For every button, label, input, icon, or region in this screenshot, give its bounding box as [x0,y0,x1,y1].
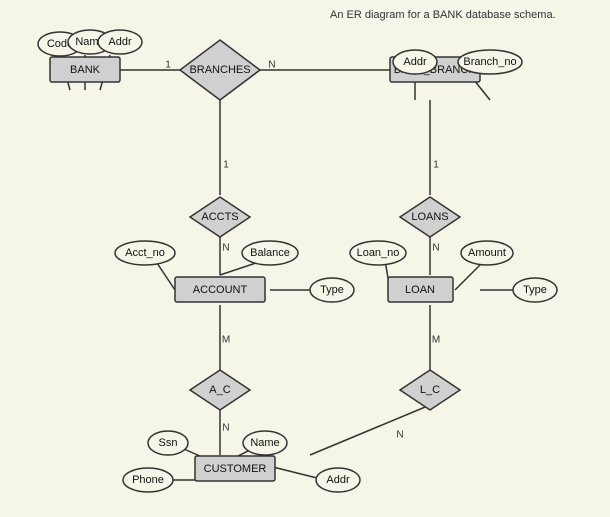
balance-label: Balance [250,247,290,259]
account-ac-m-label: M [222,335,230,346]
lc-cust-n-label: N [396,430,403,441]
loan-no-label: Loan_no [357,247,400,259]
bb-addr-label: Addr [403,56,427,68]
ac-cust-n-label: N [222,423,229,434]
phone-label: Phone [132,474,164,486]
bank-addr-label: Addr [108,36,132,48]
branches-bb-n-label: N [268,60,275,71]
caption-text: An ER diagram for a BANK database schema… [330,9,556,21]
er-diagram-svg: An ER diagram for a BANK database schema… [0,0,610,517]
branches-label: BRANCHES [189,64,250,76]
loan-label: LOAN [405,284,435,296]
loans-loan-n-label: N [432,243,439,254]
bb-branchno-label: Branch_no [463,56,516,68]
bank-label: BANK [70,64,101,76]
account-label: ACCOUNT [193,284,248,296]
acct-no-label: Acct_no [125,247,165,259]
loan-lc-m-label: M [432,335,440,346]
bb-loans-1-label: 1 [433,160,439,171]
bank-branches-1-label: 1 [165,60,171,71]
loans-label: LOANS [411,211,448,223]
account-type-label: Type [320,284,344,296]
accts-label: ACCTS [201,211,238,223]
ssn-label: Ssn [159,437,178,449]
amount-label: Amount [468,247,506,259]
cust-name-label: Name [250,437,279,449]
cust-addr-label: Addr [326,474,350,486]
lc-label: L_C [420,384,440,396]
bb-accts-1-label: 1 [223,160,229,171]
ac-label: A_C [209,384,230,396]
er-diagram: An ER diagram for a BANK database schema… [0,0,610,517]
loan-type-label: Type [523,284,547,296]
accts-account-n-label: N [222,243,229,254]
customer-label: CUSTOMER [204,463,267,475]
